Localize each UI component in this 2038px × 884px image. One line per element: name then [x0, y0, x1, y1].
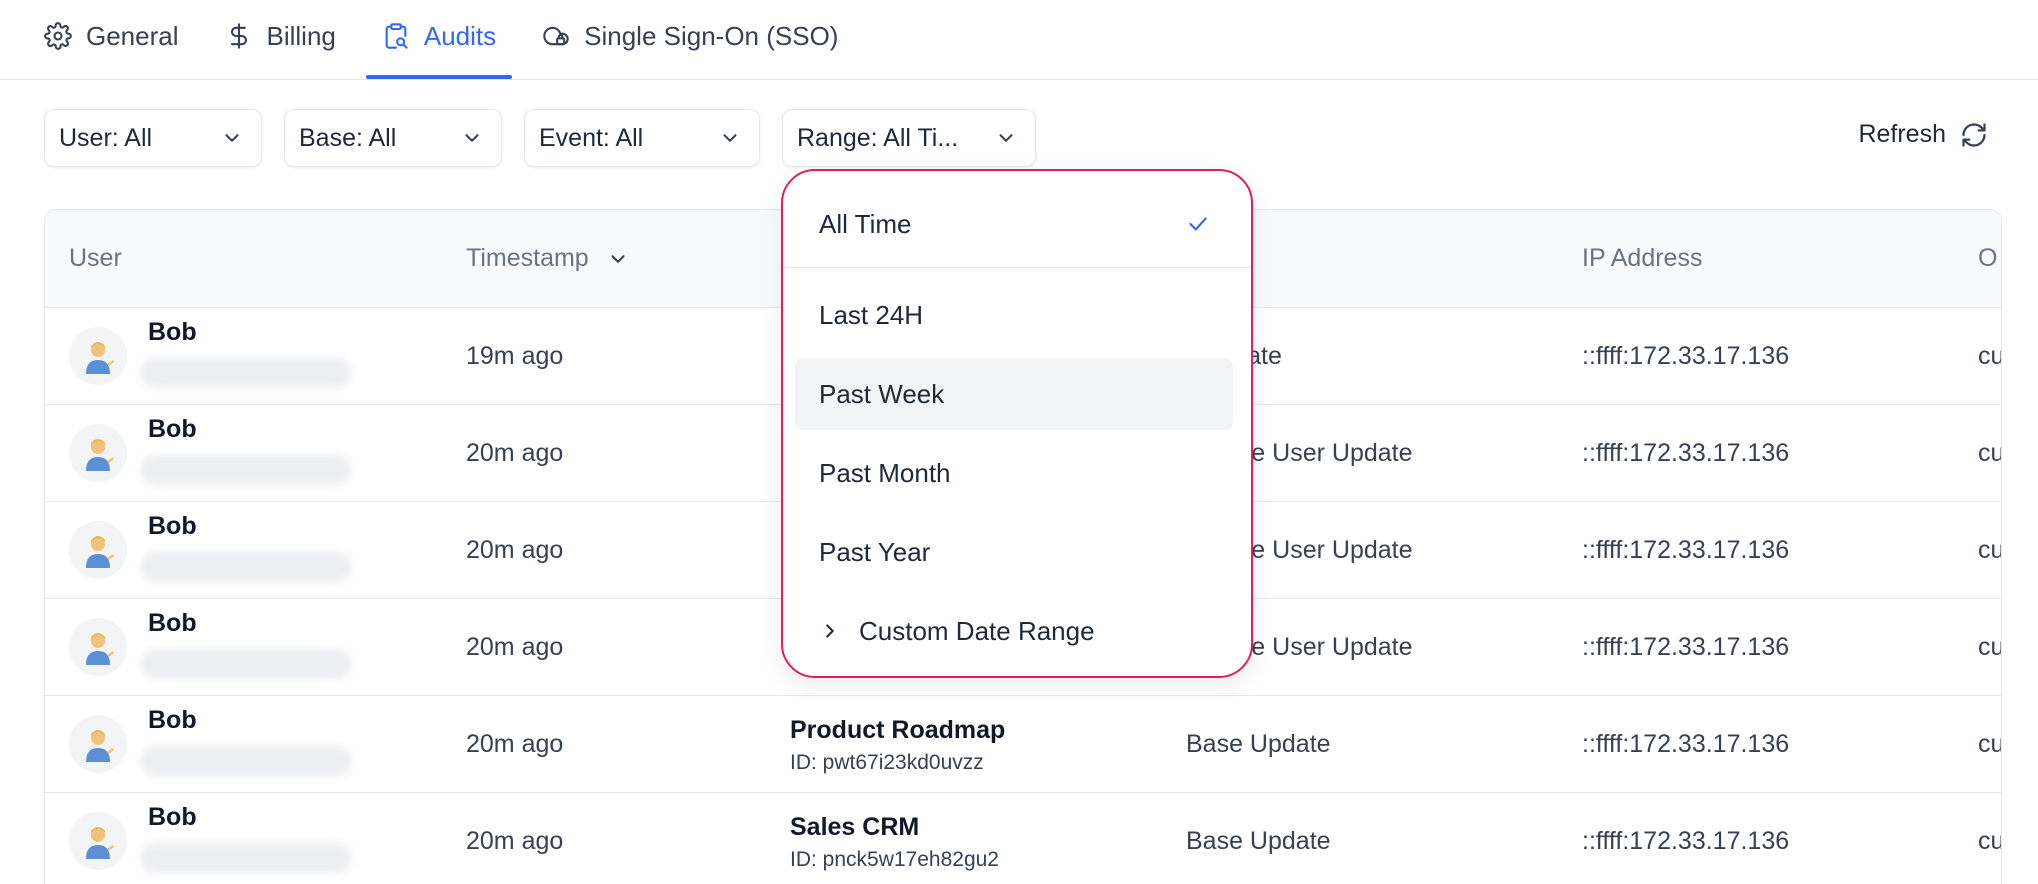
option-label: Custom Date Range	[859, 615, 1095, 646]
tab-label: Billing	[266, 20, 336, 51]
user-email-redacted	[141, 455, 351, 485]
filter-bar: User: All Base: All Event: All Range: Al…	[44, 109, 1036, 167]
user-filter-select[interactable]: User: All	[44, 109, 262, 167]
col-timestamp[interactable]: Timestamp	[466, 244, 629, 273]
option-label: All Time	[819, 208, 912, 239]
ip-address: ::ffff:172.33.17.136	[1582, 342, 1790, 370]
user-name: Bob	[148, 318, 197, 346]
option-label: Last 24H	[819, 299, 924, 330]
tab-billing[interactable]: Billing	[209, 0, 352, 78]
range-filter-label: Range: All Ti...	[797, 123, 959, 152]
option-label: Past Week	[819, 378, 945, 409]
tab-label: Single Sign-On (SSO)	[584, 20, 839, 51]
tab-audits[interactable]: Audits	[365, 0, 513, 79]
refresh-button[interactable]: Refresh	[1858, 120, 1988, 149]
user-email-redacted	[141, 746, 351, 776]
os-value: cu	[1978, 536, 2002, 564]
base-name: Product Roadmap	[790, 716, 1006, 744]
event-filter-label: Event: All	[539, 123, 644, 152]
range-option-past-year[interactable]: Past Year	[795, 516, 1233, 588]
avatar	[69, 618, 127, 676]
range-filter-select[interactable]: Range: All Ti...	[782, 109, 1036, 167]
os-value: cu	[1978, 633, 2002, 661]
user-email-redacted	[141, 843, 351, 873]
avatar	[69, 812, 127, 870]
range-option-last-24h[interactable]: Last 24H	[795, 279, 1233, 351]
chevron-down-icon	[999, 134, 1013, 142]
refresh-icon	[1962, 122, 1986, 147]
col-user-label: User	[69, 244, 122, 272]
settings-tabs: General Billing Audits Single Sign-On (S…	[0, 0, 2038, 80]
ip-address: ::ffff:172.33.17.136	[1582, 730, 1790, 758]
table-row[interactable]: Bob 20m ago Sales CRM ID: pnck5w17eh82gu…	[45, 793, 2001, 884]
base-filter-label: Base: All	[299, 123, 397, 152]
avatar	[69, 521, 127, 579]
event-type: Base Update	[1186, 827, 1331, 855]
avatar	[69, 424, 127, 482]
user-email-redacted	[141, 358, 351, 388]
chevron-down-icon	[465, 134, 479, 142]
refresh-label: Refresh	[1858, 120, 1946, 148]
timestamp: 20m ago	[466, 730, 564, 758]
user-name: Bob	[148, 415, 197, 443]
base-name: Sales CRM	[790, 813, 920, 841]
user-name: Bob	[148, 803, 197, 831]
ip-address: ::ffff:172.33.17.136	[1582, 633, 1790, 661]
os-value: cu	[1978, 439, 2002, 467]
user-email-redacted	[141, 552, 351, 582]
event-filter-select[interactable]: Event: All	[524, 109, 760, 167]
gear-icon	[44, 22, 72, 50]
range-option-custom[interactable]: Custom Date Range	[795, 595, 1233, 667]
col-os-label: O	[1978, 244, 1998, 272]
cloud-lock-icon	[543, 26, 569, 46]
dollar-icon	[230, 23, 247, 49]
table-row[interactable]: Bob 20m ago Product Roadmap ID: pwt67i23…	[45, 696, 2001, 793]
option-label: Past Month	[819, 457, 951, 488]
col-user: User	[69, 244, 122, 273]
os-value: cu	[1978, 730, 2002, 758]
col-os: O	[1978, 244, 1997, 273]
avatar	[69, 327, 127, 385]
user-email-redacted	[141, 649, 351, 679]
audits-page: General Billing Audits Single Sign-On (S…	[0, 0, 2038, 884]
os-value: cu	[1978, 342, 2002, 370]
clipboard-search-icon	[385, 23, 408, 49]
user-filter-label: User: All	[59, 123, 153, 152]
chevron-down-icon	[611, 254, 625, 263]
chevron-down-icon	[225, 134, 239, 142]
base-filter-select[interactable]: Base: All	[284, 109, 502, 167]
range-dropdown-menu: All Time Last 24H Past Week Past Month P…	[781, 169, 1253, 678]
tab-label: Audits	[423, 20, 497, 51]
timestamp: 19m ago	[466, 342, 564, 370]
col-ip: IP Address	[1582, 244, 1702, 273]
event-type: Base Update	[1186, 730, 1331, 758]
col-ip-label: IP Address	[1582, 244, 1703, 272]
user-name: Bob	[148, 706, 197, 734]
range-option-all-time[interactable]: All Time	[795, 188, 1233, 260]
range-option-past-week[interactable]: Past Week	[795, 358, 1233, 430]
tab-general[interactable]: General	[44, 0, 195, 78]
timestamp: 20m ago	[466, 827, 564, 855]
chevron-right-icon	[826, 624, 834, 638]
option-label: Past Year	[819, 536, 931, 567]
base-id: ID: pnck5w17eh82gu2	[790, 848, 999, 871]
ip-address: ::ffff:172.33.17.136	[1582, 439, 1790, 467]
check-icon	[1189, 217, 1207, 231]
base-id: ID: pwt67i23kd0uvzz	[790, 751, 984, 774]
timestamp: 20m ago	[466, 633, 564, 661]
avatar	[69, 715, 127, 773]
timestamp: 20m ago	[466, 439, 564, 467]
tab-sso[interactable]: Single Sign-On (SSO)	[526, 0, 854, 78]
col-timestamp-label: Timestamp	[466, 244, 589, 272]
ip-address: ::ffff:172.33.17.136	[1582, 827, 1790, 855]
range-option-past-month[interactable]: Past Month	[795, 437, 1233, 509]
chevron-down-icon	[723, 134, 737, 142]
user-name: Bob	[148, 609, 197, 637]
tab-label: General	[86, 20, 179, 51]
ip-address: ::ffff:172.33.17.136	[1582, 536, 1790, 564]
user-name: Bob	[148, 512, 197, 540]
divider	[783, 267, 1251, 268]
os-value: cu	[1978, 827, 2002, 855]
timestamp: 20m ago	[466, 536, 564, 564]
